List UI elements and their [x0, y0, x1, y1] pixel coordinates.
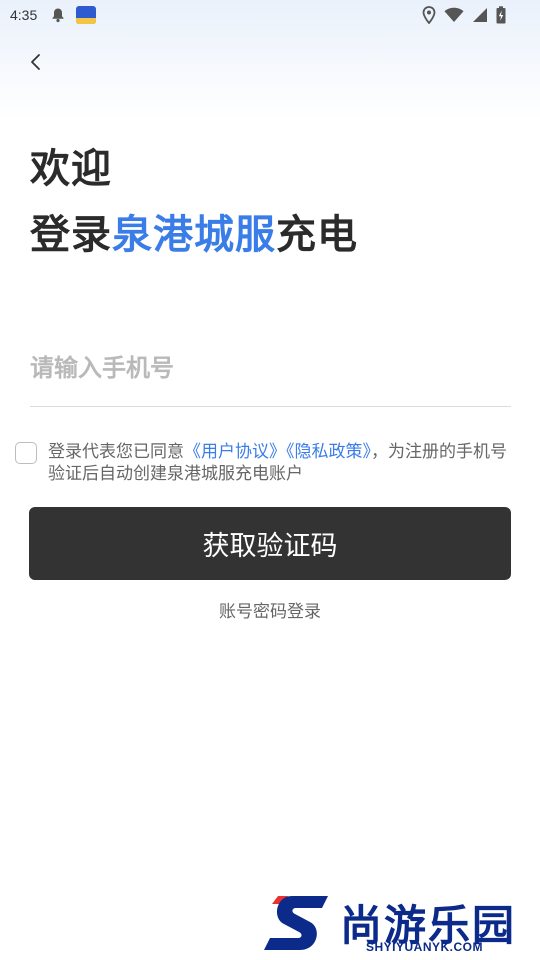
- agreement-text: 登录代表您已同意《用户协议》《隐私政策》，为注册的手机号验证后自动创建泉港城服充…: [48, 441, 522, 485]
- status-icons: [422, 6, 506, 24]
- get-verification-code-button[interactable]: 获取验证码: [29, 507, 511, 580]
- login-title-prefix: 登录: [30, 212, 112, 258]
- user-agreement-link[interactable]: 《用户协议》: [184, 442, 286, 462]
- status-bar: 4:35: [0, 0, 540, 32]
- status-time: 4:35: [10, 7, 38, 23]
- phone-input-underline: [30, 406, 511, 407]
- bell-icon: [52, 8, 64, 23]
- account-password-login-link[interactable]: 账号密码登录: [0, 597, 540, 622]
- battery-charging-icon: [496, 6, 506, 24]
- app-notification-icon: [76, 6, 96, 24]
- phone-input[interactable]: [30, 346, 510, 390]
- chevron-left-icon: [31, 54, 40, 70]
- login-title: 登录泉港城服充电: [30, 202, 358, 260]
- privacy-policy-link[interactable]: 《隐私政策》: [286, 442, 371, 462]
- signal-icon: [473, 8, 487, 22]
- welcome-title: 欢迎: [30, 146, 112, 192]
- brand-name: 泉港城服: [112, 212, 276, 258]
- watermark-url: SHYIYUANYK.COM: [366, 940, 484, 954]
- wifi-icon: [444, 7, 464, 22]
- s-logo-icon: [264, 896, 328, 950]
- agreement-text-before: 登录代表您已同意: [48, 442, 184, 462]
- location-icon: [422, 6, 436, 24]
- agreement-checkbox[interactable]: [15, 442, 37, 464]
- watermark-logo: 尚游乐园 SHYIYUANYK.COM: [262, 890, 540, 960]
- back-button[interactable]: [24, 50, 48, 74]
- login-title-suffix: 充电: [276, 212, 358, 258]
